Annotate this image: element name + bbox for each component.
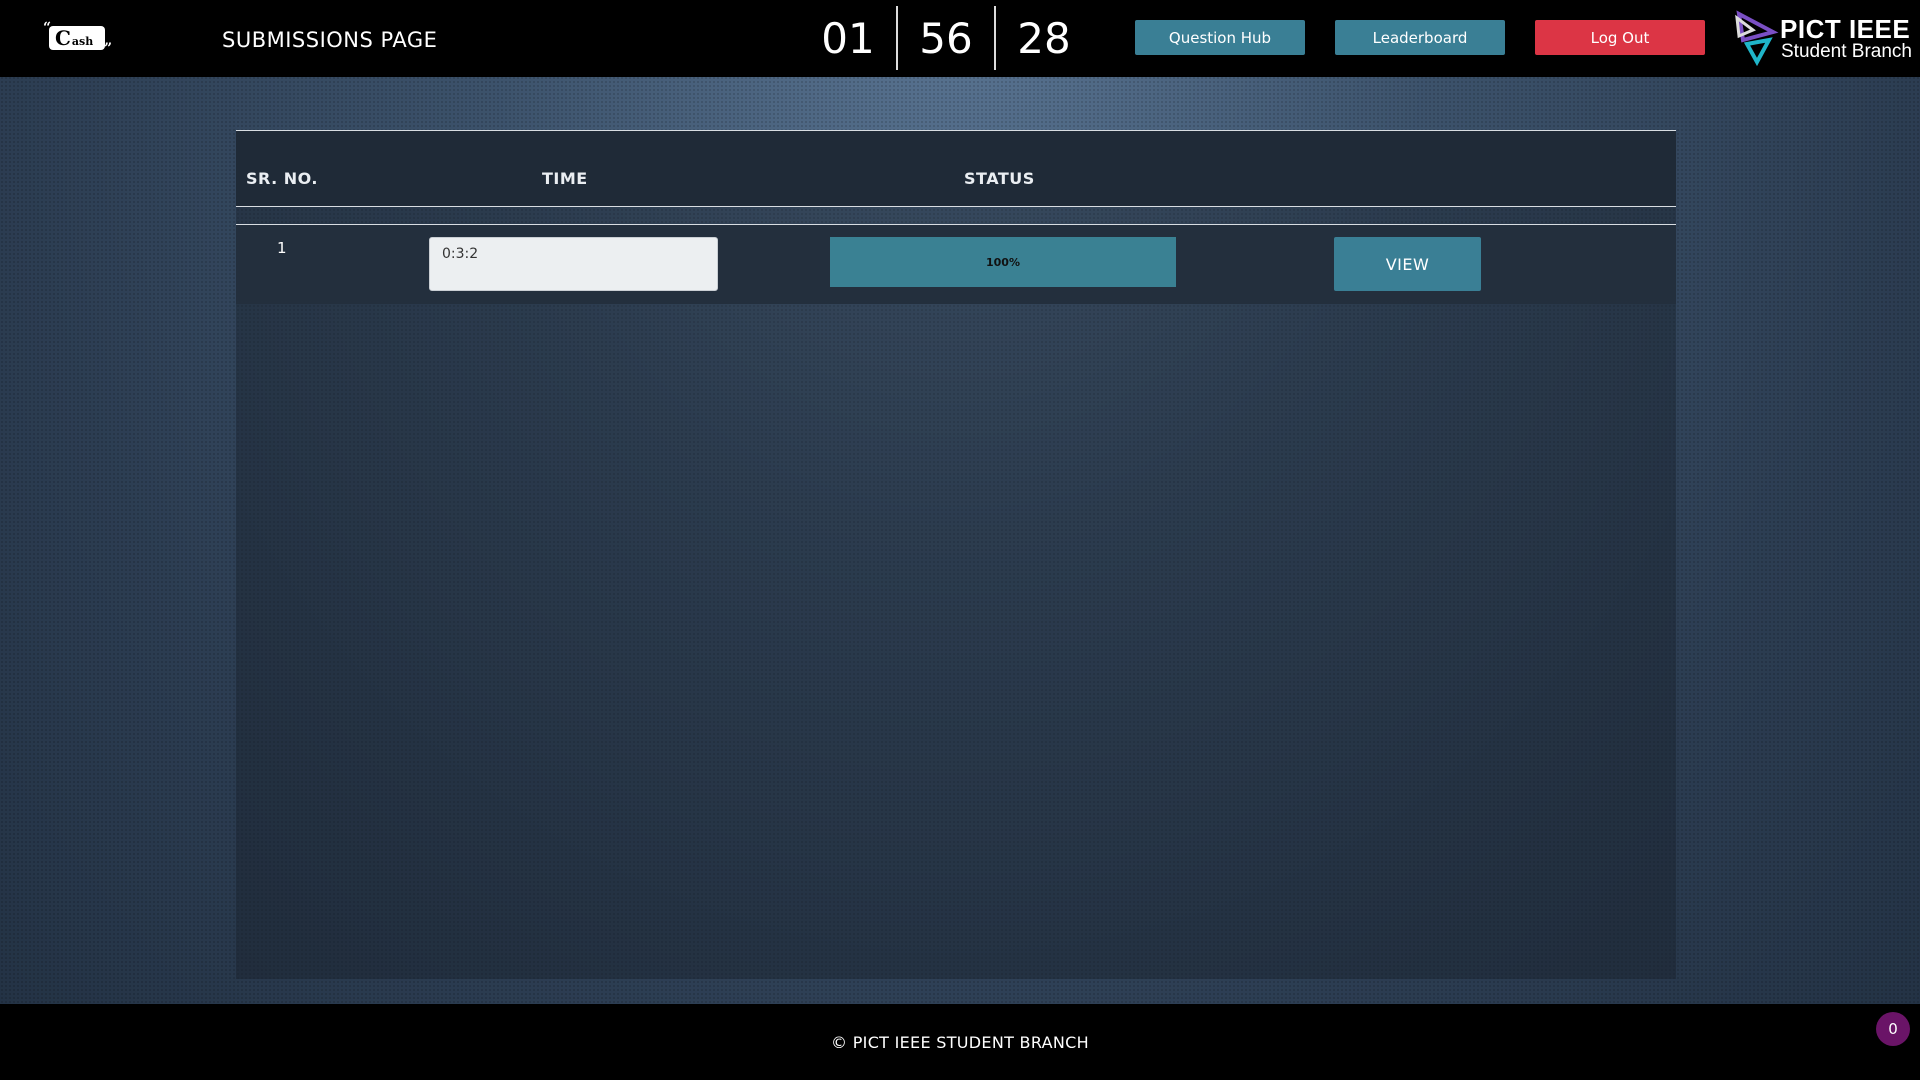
clash-logo[interactable]: “ C ash ” [43,20,112,57]
footer-copyright: © PICT IEEE STUDENT BRANCH [831,1032,1089,1052]
submissions-table: SR. NO. TIME STATUS 1 0:3:2 100% VIEW [236,130,1676,979]
page-title: SUBMISSIONS PAGE [222,28,438,52]
clash-logo-letter: C [55,26,71,50]
notification-badge[interactable]: 0 [1876,1012,1910,1046]
question-hub-button[interactable]: Question Hub [1135,20,1305,55]
table-header: SR. NO. TIME STATUS [236,130,1676,207]
row-sr-no: 1 [277,239,287,257]
status-progress-label: 100% [986,255,1020,269]
quote-close-icon: ” [103,41,112,57]
footer: © PICT IEEE STUDENT BRANCH [0,1004,1920,1080]
clash-logo-box: “ C ash ” [43,20,112,57]
status-progress-bar: 100% [830,237,1176,287]
column-header-status: STATUS [964,169,1035,188]
timer-seconds: 28 [1017,13,1071,63]
column-header-time: TIME [542,169,588,188]
pict-ieee-logo: PICT IEEE Student Branch [1733,10,1913,66]
quote-open-icon: “ [43,20,52,36]
countdown-timer: 01 56 28 [800,6,1092,70]
logout-button[interactable]: Log Out [1535,20,1705,55]
submission-time-field: 0:3:2 [429,237,718,291]
pict-ieee-triangle-icon [1735,10,1779,66]
view-submission-button[interactable]: VIEW [1334,237,1481,291]
org-logo-line2: Student Branch [1781,41,1912,62]
top-navbar: “ C ash ” SUBMISSIONS PAGE 01 56 28 Ques… [0,0,1920,77]
timer-minutes: 56 [919,13,973,63]
timer-hours: 01 [821,13,875,63]
column-header-sr-no: SR. NO. [246,169,319,188]
clash-logo-suffix: ash [71,34,94,48]
leaderboard-button[interactable]: Leaderboard [1335,20,1505,55]
table-row: 1 0:3:2 100% VIEW [236,224,1676,304]
